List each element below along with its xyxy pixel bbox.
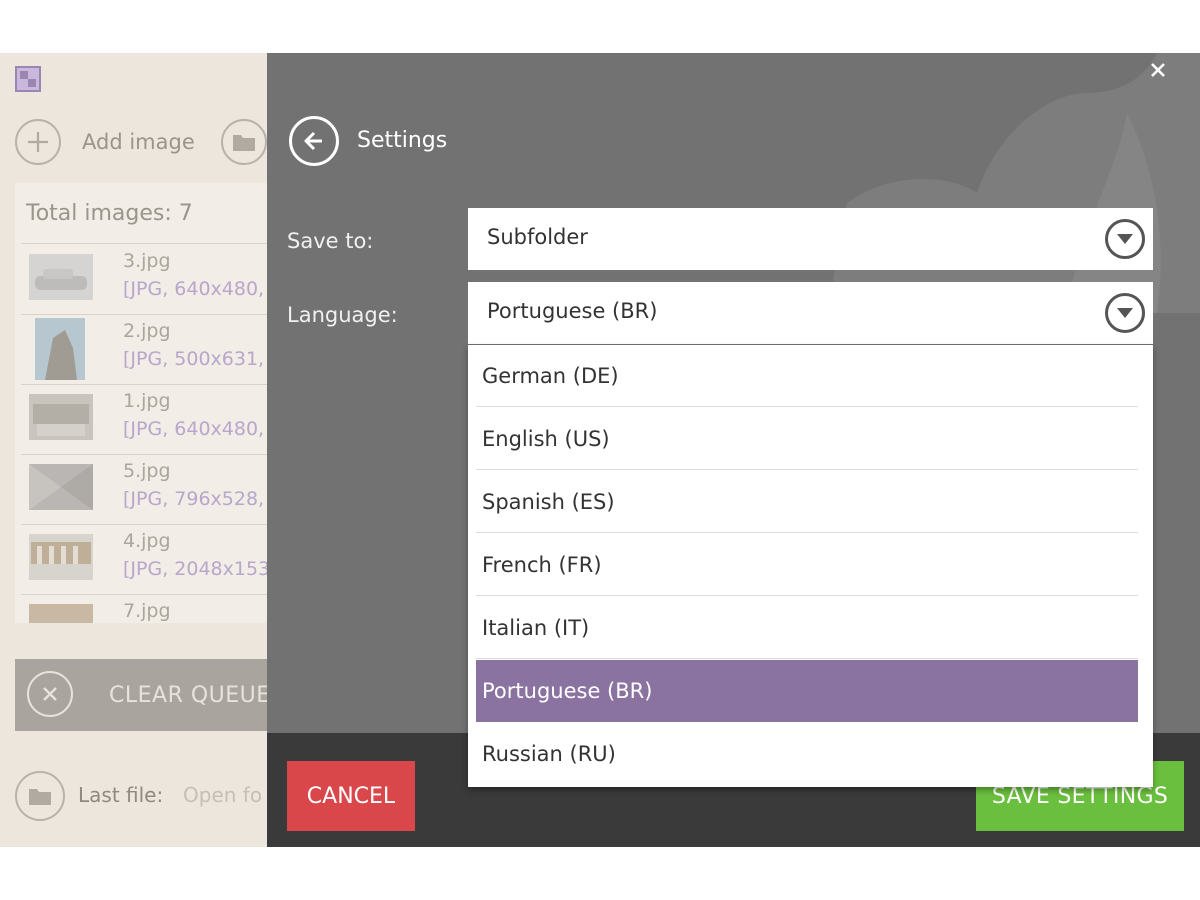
language-option[interactable]: English (US) [476,408,1138,470]
close-icon [1151,63,1165,77]
language-option[interactable]: Russian (RU) [476,723,1138,785]
list-item[interactable]: 2.jpg [JPG, 500x631, [21,314,267,384]
clear-queue-button[interactable]: CLEAR QUEUE [15,659,267,731]
dropdown-arrow-icon[interactable] [1105,219,1145,259]
dropdown-arrow-icon[interactable] [1105,293,1145,333]
add-image-label[interactable]: Add image [82,130,195,154]
file-name: 3.jpg [123,250,171,272]
file-meta: [JPG, 500x631, [123,348,265,370]
last-file-label: Last file: [78,783,164,807]
file-meta: [JPG, 640x480, [123,278,265,300]
settings-panel: Settings Save to: Subfolder Language: Po… [267,53,1200,847]
image-thumbnail [35,318,85,380]
open-folder-button[interactable] [15,771,65,821]
folder-icon [29,789,51,805]
clear-icon [43,687,57,701]
language-option[interactable]: German (DE) [476,345,1138,407]
file-name: 5.jpg [123,460,171,482]
add-image-button[interactable] [15,119,61,165]
save-to-select[interactable]: Subfolder [468,208,1153,270]
clear-icon-wrap [27,671,73,717]
language-select[interactable]: Portuguese (BR) [468,282,1153,344]
back-button[interactable] [289,116,339,166]
file-name: 7.jpg [123,600,171,622]
list-item[interactable]: 7.jpg [21,594,267,623]
language-option[interactable]: Italian (IT) [476,597,1138,659]
list-item[interactable]: 5.jpg [JPG, 796x528, [21,454,267,524]
add-folder-button[interactable] [221,119,267,165]
image-thumbnail [29,534,93,580]
language-option[interactable]: Spanish (ES) [476,471,1138,533]
background-logo-decoration [827,53,1200,313]
cancel-button[interactable]: CANCEL [287,761,415,831]
file-name: 1.jpg [123,390,171,412]
app-window: Add image Total images: 7 3.jpg [JPG, 64… [0,53,1200,847]
file-name: 4.jpg [123,530,171,552]
queue-toolbar: Add image [15,119,267,165]
language-option[interactable]: French (FR) [476,534,1138,596]
image-thumbnail [29,394,93,440]
close-button[interactable] [1146,58,1170,82]
save-to-label: Save to: [287,229,374,253]
open-folder-link[interactable]: Open fo [183,783,262,807]
folder-icon [233,135,255,151]
list-item[interactable]: 1.jpg [JPG, 640x480, [21,384,267,454]
file-meta: [JPG, 2048x153 [123,558,267,580]
list-item[interactable]: 3.jpg [JPG, 640x480, [21,244,267,314]
language-label: Language: [287,303,398,327]
image-queue-panel: Add image Total images: 7 3.jpg [JPG, 64… [0,53,267,847]
total-images-count: Total images: 7 [26,201,193,226]
language-value: Portuguese (BR) [487,299,658,323]
image-thumbnail [29,604,93,623]
back-arrow-icon [304,131,322,151]
file-meta: [JPG, 640x480, [123,418,265,440]
image-thumbnail [29,464,93,510]
clear-queue-label: CLEAR QUEUE [109,683,267,708]
add-icon [28,132,48,152]
list-item[interactable]: 4.jpg [JPG, 2048x153 [21,524,267,594]
save-to-value: Subfolder [487,225,588,249]
app-logo-icon [15,66,41,92]
page-title: Settings [357,128,448,153]
file-meta: [JPG, 796x528, [123,488,265,510]
last-file-row: Last file: Open fo [15,771,267,821]
image-list: Total images: 7 3.jpg [JPG, 640x480, 2.j… [15,183,267,623]
image-thumbnail [29,254,93,300]
file-name: 2.jpg [123,320,171,342]
language-option-selected[interactable]: Portuguese (BR) [476,660,1138,722]
language-dropdown-list: German (DE) English (US) Spanish (ES) Fr… [468,345,1153,787]
